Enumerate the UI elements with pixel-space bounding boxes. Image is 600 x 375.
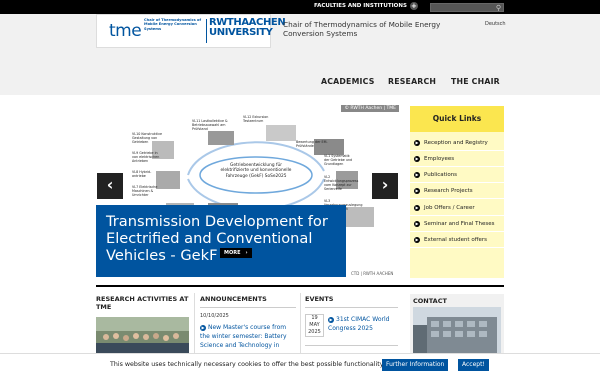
building-photo [413,307,501,353]
tme-logo-text: tme [109,21,142,41]
carousel-next-button[interactable]: › [372,173,398,199]
quick-links-title: Quick Links [410,106,504,132]
quick-link-label: External student offers [424,237,488,243]
cookie-text: This website uses technically necessary … [110,361,385,368]
site-logo[interactable]: tme Chair of Thermodynamics of Mobile En… [96,14,286,48]
events-title[interactable]: EVENTS [305,295,333,303]
tme-logo-subtitle: Chair of Thermodynamics of Mobile Energy… [144,18,202,31]
quick-link-item[interactable]: ▶ Research Projects [410,184,504,199]
announcements-divider [200,307,296,308]
nav-research[interactable]: RESEARCH [388,77,436,86]
arrow-right-icon: ▶ [414,172,420,178]
search-input[interactable]: ⚲ [430,3,504,12]
further-information-button[interactable]: Further Information [382,359,449,371]
diagram-label-vl9: VL9 Getriebe in von elektrischen Antrieb… [132,151,160,163]
diagram-label-vl10: VL10 Konstruktive Gestaltung von Getrieb… [132,132,162,144]
quick-link-label: Employees [424,156,455,162]
research-activities-title[interactable]: RESEARCH ACTIVITIES AT TME [96,295,191,311]
quick-link-label: Research Projects [424,188,473,194]
quick-link-item[interactable]: ▶ Job Offers / Career [410,201,504,216]
more-label: MORE [224,250,241,256]
diagram-label-vl11: VL11 Lastkollektive & Betriebsauswahl am… [192,119,228,131]
quick-links-panel: Quick Links ▶ Reception and Registry ▶ Emp… [410,106,504,278]
arrow-right-icon: ▶ [414,205,420,211]
section-divider [96,285,504,287]
event-text: 31st CIMAC World Congress 2025 [328,316,390,332]
quick-link-item[interactable]: ▶ Employees [410,152,504,167]
diagram-label-vl7: VL7 Elektrische Maschinen & Umrichter [132,185,158,197]
carousel-prev-button[interactable]: ‹ [97,173,123,199]
arrow-right-icon: ▶ [414,237,420,243]
top-bar: FACULTIES AND INSTITUTIONS + ⚲ [0,0,600,14]
event-date-box: 19 MAY 2025 [305,314,324,337]
arrow-right-icon: ▶ [414,221,420,227]
arrow-right-icon: ▶ [200,324,206,331]
quick-link-item[interactable]: ▶ Seminar and Final Theses [410,217,504,232]
event-month: MAY [309,322,320,328]
nav-academics[interactable]: ACADEMICS [321,77,375,86]
diagram-label-vl2: VL2 Entwicklungsprozess vom Konzept zur … [324,175,359,191]
more-button[interactable]: MORE › [220,248,252,258]
quick-link-label: Seminar and Final Theses [424,221,495,227]
event-day: 19 [311,315,318,321]
announcement-link[interactable]: ▶ New Master's course from the winter sem… [200,323,296,350]
contact-box: CONTACT [410,294,504,356]
logo-divider [206,19,207,43]
arrow-right-icon: ▶ [414,188,420,194]
chevron-right-icon: › [245,250,248,256]
contact-title: CONTACT [413,297,447,305]
arrow-right-icon: ▶ [414,140,420,146]
quick-link-label: Reception and Registry [424,140,488,146]
image-copyright: © RWTH Aachen | TME [341,105,399,112]
column-separator [194,293,195,353]
announcement-text: New Master's course from the winter seme… [200,324,287,349]
column-separator [300,293,301,353]
arrow-right-icon: ▶ [414,156,420,162]
nav-the-chair[interactable]: THE CHAIR [451,77,500,86]
diagram-label-vl8: VL8 Hybrid-antriebe [132,170,152,178]
event-year: 2025 [308,329,321,335]
quick-link-item[interactable]: ▶ Reception and Registry [410,136,504,151]
faculties-label: FACULTIES AND INSTITUTIONS [314,3,407,9]
diagram-label-vl12: VL12 Exkursion Testzentrum [243,115,269,123]
announcement-date: 10/10/2025 [200,313,229,319]
announcements-title[interactable]: ANNOUNCEMENTS [200,295,267,303]
rwth-logo-line2: UNIVERSITY [209,27,273,38]
arrow-right-icon: ▶ [328,316,334,323]
faculties-menu-button[interactable]: FACULTIES AND INSTITUTIONS + [314,2,418,10]
search-icon[interactable]: ⚲ [496,4,501,12]
cookie-banner: This website uses technically necessary … [0,353,600,375]
logos-strip: CTD | RWTH AACHEN [351,271,394,276]
accept-cookies-button[interactable]: Accept! [458,359,489,371]
plus-icon: + [409,2,418,10]
center-label: Getriebeentwicklung für elektrifizierte … [220,163,292,179]
quick-link-item[interactable]: ▶ Publications [410,168,504,183]
quick-link-item[interactable]: ▶ External student offers [410,233,504,248]
events-divider [305,345,398,346]
language-switch-link[interactable]: Deutsch [485,21,506,27]
research-group-photo[interactable] [96,317,189,357]
diagram-label-bewertung: Bewertung der EM-Prüfstände [296,140,328,148]
events-divider [305,307,398,308]
slide-caption: Transmission Development for Electrified… [96,205,346,277]
chair-title: Chair of Thermodynamics of Mobile Energy… [283,20,441,38]
rwth-logo: RWTHAACHEN UNIVERSITY [209,18,286,38]
diagram-label-vl1: VL1 Systematik der Getriebe und Grundlag… [324,154,353,166]
quick-link-label: Job Offers / Career [424,205,475,211]
event-link[interactable]: ▶ 31st CIMAC World Congress 2025 [328,315,398,333]
quick-link-label: Publications [424,172,458,178]
